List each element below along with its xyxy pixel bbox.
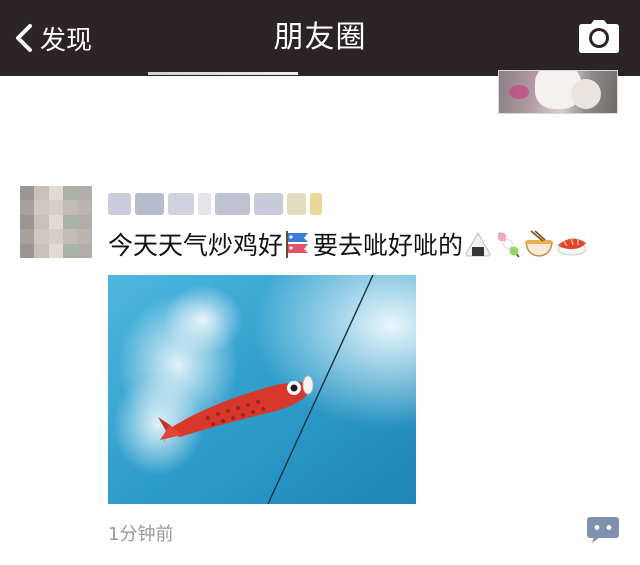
sushi-emoji [555, 229, 589, 259]
comment-button[interactable] [586, 516, 620, 544]
post-image[interactable] [108, 275, 416, 504]
page-title: 朋友圈 [273, 20, 367, 55]
navigation-bar: 发现 朋友圈 [0, 0, 640, 76]
comment-icon [586, 516, 620, 544]
previous-post-thumbnail[interactable] [498, 70, 618, 114]
ramen-emoji [523, 229, 555, 259]
post-time: 1分钟前 [108, 524, 174, 545]
camera-button[interactable] [578, 20, 620, 54]
avatar[interactable] [20, 186, 92, 258]
rice-ball-emoji [463, 229, 493, 259]
dango-emoji [493, 229, 523, 259]
post-text-part1: 今天天气炒鸡好 [108, 231, 284, 260]
previous-post-text-remnant [148, 72, 298, 75]
camera-icon [578, 20, 620, 54]
post-text: 今天天气炒鸡好 要去呲好呲的 [108, 224, 589, 264]
carp-streamer-emoji [283, 229, 313, 259]
author-name-blurred[interactable] [108, 190, 322, 218]
post-text-part2: 要去呲好呲的 [313, 231, 464, 260]
